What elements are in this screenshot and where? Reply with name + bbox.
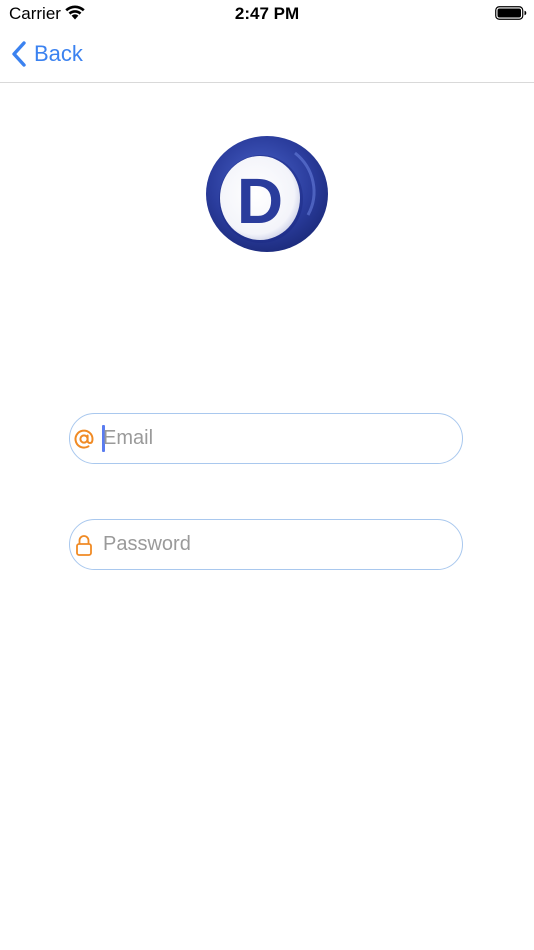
logo-letter: D (237, 165, 283, 237)
app-logo: D (206, 136, 328, 252)
chevron-left-icon (12, 41, 26, 67)
lock-icon (73, 533, 95, 557)
password-field[interactable] (69, 519, 463, 570)
back-button[interactable]: Back (10, 39, 83, 69)
email-field[interactable] (69, 413, 463, 464)
navigation-bar: Back (0, 28, 534, 83)
back-label: Back (34, 41, 83, 66)
password-input[interactable] (103, 524, 462, 565)
login-screen: Carrier 2:47 PM Back D Email (0, 0, 534, 950)
status-bar: Carrier 2:47 PM (0, 0, 534, 28)
at-icon (73, 427, 95, 451)
battery-icon (495, 6, 527, 20)
status-time: 2:47 PM (234, 4, 300, 23)
email-input[interactable] (103, 418, 462, 459)
